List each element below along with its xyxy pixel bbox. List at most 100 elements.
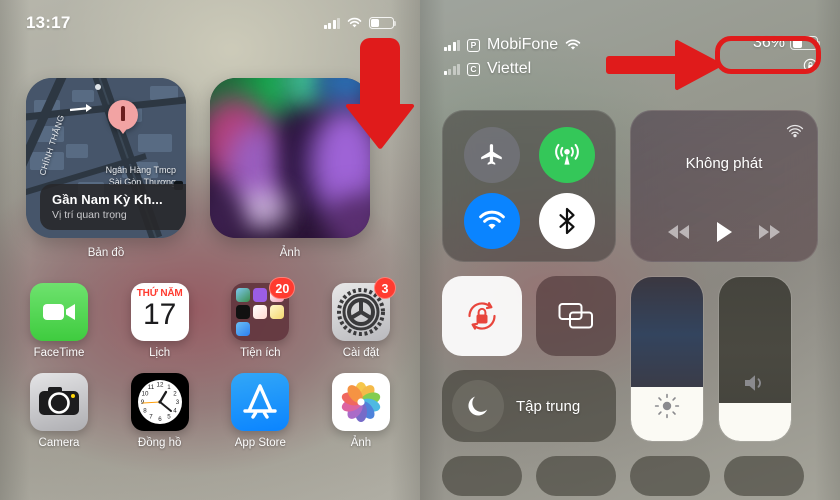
cellular-bars-icon xyxy=(444,39,460,51)
maps-widget-label: Bản đồ xyxy=(87,247,125,259)
svg-text:11: 11 xyxy=(147,384,154,391)
appstore-icon[interactable] xyxy=(231,373,290,431)
svg-text:6: 6 xyxy=(158,416,162,423)
app-label: Tiện ích xyxy=(240,347,281,359)
mini-icon-mail xyxy=(236,322,251,336)
focus-toggle[interactable] xyxy=(452,380,504,432)
svg-text:1: 1 xyxy=(167,384,171,391)
screen-mirroring-toggle[interactable] xyxy=(536,276,616,356)
app-utilities-folder[interactable]: 20 Tiện ích xyxy=(215,277,305,359)
media-title: Không phát xyxy=(685,155,763,172)
rotation-lock-toggle[interactable] xyxy=(442,276,522,356)
bluetooth-toggle[interactable] xyxy=(538,193,595,249)
app-grid: FaceTime THỨ NĂM 17 Lịch 20 Tiện ích 3 C… xyxy=(0,277,420,463)
airplane-mode-toggle[interactable] xyxy=(463,127,520,183)
mini-icon-podcasts xyxy=(253,288,268,302)
play-icon[interactable] xyxy=(715,221,733,243)
badge-count: 3 xyxy=(373,277,396,299)
app-row-2: Camera 12 1 2 345 678 9 10 11 Đồng hồ Ap… xyxy=(14,373,406,449)
cc-left-column: Tập trung xyxy=(442,276,616,442)
cc-extra-tile-4[interactable] xyxy=(724,456,804,496)
app-photos[interactable]: Ảnh xyxy=(316,373,406,449)
cc-extra-tile-1[interactable] xyxy=(442,456,522,496)
connectivity-tile xyxy=(442,110,616,262)
mini-icon-empty xyxy=(253,322,267,336)
cellular-bars-icon xyxy=(444,63,460,75)
airplay-icon[interactable] xyxy=(786,123,804,141)
cellular-antenna-icon xyxy=(554,143,579,165)
left-status-bar: 13:17 xyxy=(0,10,420,36)
calendar-weekday: THỨ NĂM xyxy=(136,288,183,299)
media-playback-tile[interactable]: Không phát xyxy=(630,110,818,262)
calendar-day: 17 xyxy=(142,298,177,331)
clock-face-glyph: 12 12 345 678 91011 xyxy=(137,380,182,424)
cellular-data-toggle[interactable] xyxy=(538,127,595,183)
svg-text:2: 2 xyxy=(173,391,177,398)
svg-text:5: 5 xyxy=(167,414,171,421)
media-controls xyxy=(631,221,817,243)
photos-widget-label: Ảnh xyxy=(279,247,301,259)
app-label: Ảnh xyxy=(350,437,372,449)
map-card-title: Gần Nam Kỳ Kh... xyxy=(52,192,163,207)
app-settings[interactable]: 3 Cài đặt xyxy=(316,277,406,359)
brightness-icon xyxy=(654,393,680,419)
facetime-icon[interactable] xyxy=(30,283,88,341)
app-clock[interactable]: 12 1 2 345 678 9 10 11 Đồng hồ xyxy=(115,373,205,449)
sim-badge-icon: P xyxy=(466,38,480,52)
photos-widget[interactable]: Ảnh xyxy=(210,78,370,259)
airplane-icon xyxy=(480,144,502,165)
map-poi-line1: Ngân Hàng Tmcp xyxy=(105,165,176,175)
moon-icon xyxy=(468,396,488,416)
forward-icon[interactable] xyxy=(757,223,781,241)
camera-icon[interactable] xyxy=(30,373,88,431)
carrier-name: Viettel xyxy=(486,60,532,77)
volume-icon-wrap xyxy=(719,371,791,395)
cc-row-bottom-partial xyxy=(442,456,818,496)
mini-icon-appletv xyxy=(236,305,251,319)
cc-small-toggles xyxy=(442,276,616,356)
cellular-bars-icon xyxy=(324,17,340,29)
app-appstore[interactable]: App Store xyxy=(215,373,305,449)
screenshot-stage: 13:17 CHÍNH THẮNG Ngân Hàng Tmcp Sài Gòn… xyxy=(0,0,840,500)
cc-row-top: Không phát xyxy=(442,110,818,262)
app-label: Lịch xyxy=(149,347,171,359)
wifi-icon xyxy=(478,210,505,230)
calendar-icon[interactable]: THỨ NĂM 17 xyxy=(130,283,189,341)
cc-extra-tile-3[interactable] xyxy=(630,456,710,496)
focus-tile[interactable]: Tập trung xyxy=(442,370,616,442)
map-card-subtitle: Vị trí quan trọng xyxy=(52,209,127,221)
app-camera[interactable]: Camera xyxy=(14,373,104,449)
badge-count: 20 xyxy=(269,277,296,299)
app-row-1: FaceTime THỨ NĂM 17 Lịch 20 Tiện ích 3 C… xyxy=(14,277,406,359)
brightness-slider[interactable] xyxy=(630,276,704,442)
map-location-pin-icon xyxy=(108,100,138,130)
bluetooth-icon xyxy=(558,207,575,235)
clock-icon[interactable]: 12 1 2 345 678 9 10 11 xyxy=(130,373,189,431)
left-phone-home-screen: 13:17 CHÍNH THẮNG Ngân Hàng Tmcp Sài Gòn… xyxy=(0,0,420,500)
photos-icon[interactable] xyxy=(331,373,390,431)
cc-sliders xyxy=(630,276,792,442)
wifi-toggle[interactable] xyxy=(463,193,520,249)
photos-flower-glyph xyxy=(341,382,381,422)
app-calendar[interactable]: THỨ NĂM 17 Lịch xyxy=(115,283,205,359)
svg-text:7: 7 xyxy=(149,414,153,421)
right-phone-control-center: P MobiFone C Viettel 36% Không phát Tập … xyxy=(420,0,840,500)
app-label: Cài đặt xyxy=(342,347,380,359)
app-facetime[interactable]: FaceTime xyxy=(14,283,104,359)
rewind-icon[interactable] xyxy=(667,223,691,241)
carrier-name: MobiFone xyxy=(486,36,559,53)
widgets-row: CHÍNH THẮNG Ngân Hàng Tmcp Sài Gòn Thươn… xyxy=(0,78,420,259)
control-center-panel: Không phát Tập trung xyxy=(442,110,818,496)
photos-widget-canvas[interactable] xyxy=(210,78,370,238)
cc-row-middle: Tập trung xyxy=(442,276,818,442)
svg-text:8: 8 xyxy=(143,408,147,415)
mini-icon-reminders xyxy=(253,305,268,319)
wifi-icon xyxy=(347,17,362,28)
volume-slider[interactable] xyxy=(718,276,792,442)
maps-widget-canvas[interactable]: CHÍNH THẮNG Ngân Hàng Tmcp Sài Gòn Thươn… xyxy=(26,78,186,238)
facetime-camera-glyph xyxy=(43,304,75,320)
maps-widget[interactable]: CHÍNH THẮNG Ngân Hàng Tmcp Sài Gòn Thươn… xyxy=(26,78,186,259)
speaker-icon xyxy=(745,375,761,391)
app-label: Đồng hồ xyxy=(137,437,182,449)
cc-extra-tile-2[interactable] xyxy=(536,456,616,496)
